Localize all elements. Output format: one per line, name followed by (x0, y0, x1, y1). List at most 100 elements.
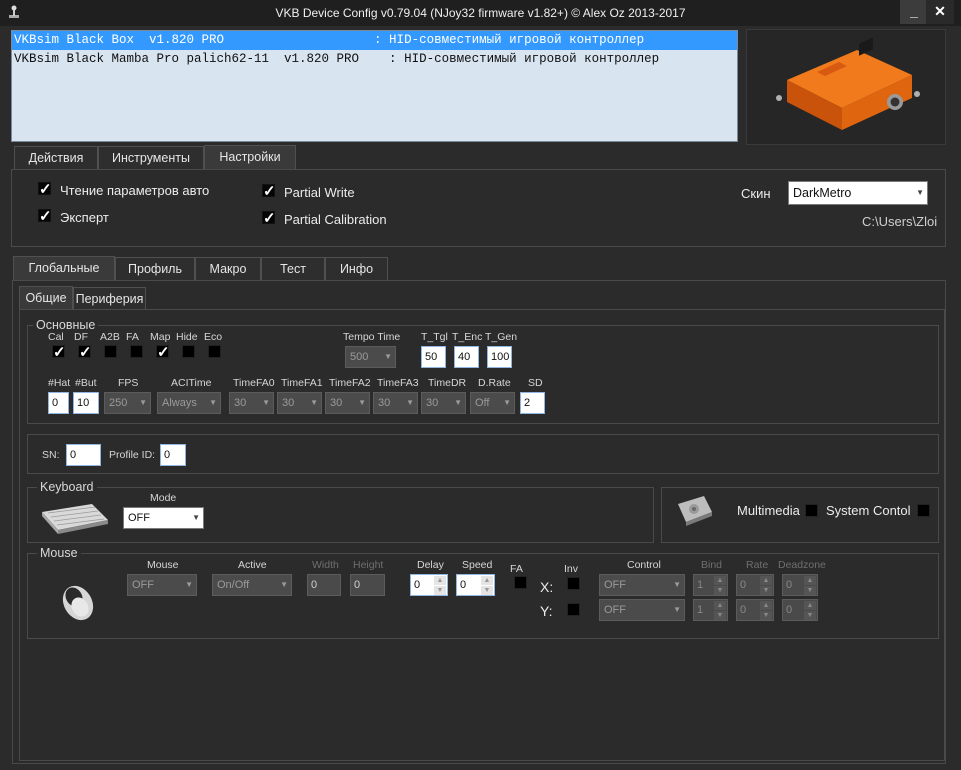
keyboard-mode-label: Mode (150, 492, 177, 504)
control-y-select[interactable]: OFF ▼ (599, 599, 685, 621)
spin-down-icon[interactable]: ▼ (804, 586, 816, 595)
chevron-down-icon: ▼ (310, 398, 318, 407)
close-button[interactable]: ✕ (926, 0, 954, 24)
bind-y-spinner[interactable]: 1 ▲ ▼ (693, 599, 728, 621)
skin-select[interactable]: DarkMetro ▼ (788, 181, 928, 205)
spin-up-icon[interactable]: ▲ (760, 601, 772, 610)
tab-info[interactable]: Инфо (325, 257, 388, 281)
d-rate-value: Off (475, 397, 490, 409)
bind-y-value: 1 (697, 604, 704, 616)
serial-number-input[interactable]: 0 (66, 444, 101, 466)
rate-y-spinner[interactable]: 0 ▲ ▼ (736, 599, 774, 621)
spin-down-icon[interactable]: ▼ (760, 586, 772, 595)
time-fa3-select[interactable]: 30 ▼ (373, 392, 418, 414)
mouse-mode-select[interactable]: OFF ▼ (127, 574, 197, 596)
spin-up-icon[interactable]: ▲ (434, 576, 446, 585)
partial-write-label: Partial Write (284, 185, 355, 200)
spin-down-icon[interactable]: ▼ (714, 586, 726, 595)
spin-down-icon[interactable]: ▼ (714, 611, 726, 620)
bind-x-spinner[interactable]: 1 ▲ ▼ (693, 574, 728, 596)
flag-cal-checkbox[interactable]: ✓ (52, 345, 66, 360)
d-rate-select[interactable]: Off ▼ (470, 392, 515, 414)
mouse-active-select[interactable]: On/Off ▼ (212, 574, 292, 596)
deadzone-x-spinner[interactable]: 0 ▲ ▼ (782, 574, 818, 596)
t-tgl-input[interactable]: 50 (421, 346, 446, 368)
flag-hide-checkbox[interactable] (182, 345, 195, 358)
tempo-time-select[interactable]: 500 ▼ (345, 346, 396, 368)
device-row[interactable]: VKBsim Black Mamba Pro palich62-11 v1.82… (12, 50, 737, 69)
flag-df-checkbox[interactable]: ✓ (78, 345, 92, 360)
skin-label: Скин (741, 186, 771, 201)
mouse-height-input[interactable]: 0 (350, 574, 385, 596)
flag-eco-checkbox[interactable] (208, 345, 221, 358)
tab-actions[interactable]: Действия (14, 146, 98, 170)
mouse-speed-spinner[interactable]: 0 ▲ ▼ (456, 574, 495, 596)
flag-a2b-checkbox[interactable] (104, 345, 117, 358)
time-dr-select[interactable]: 30 ▼ (421, 392, 466, 414)
spin-up-icon[interactable]: ▲ (714, 601, 726, 610)
device-list[interactable]: VKBsim Black Box v1.820 PRO : HID-совмес… (11, 30, 738, 142)
expert-checkbox[interactable]: ✓ (38, 209, 52, 224)
system-control-label: System Contol (826, 503, 911, 518)
flag-label-fa: FA (126, 331, 139, 343)
tab-global[interactable]: Глобальные (13, 256, 115, 281)
profile-id-input[interactable]: 0 (160, 444, 186, 466)
multimedia-icon (674, 494, 714, 528)
axis-y-label: Y: (540, 603, 553, 619)
invert-x-checkbox[interactable] (567, 577, 580, 590)
flag-fa-checkbox[interactable] (130, 345, 143, 358)
multimedia-checkbox[interactable] (805, 504, 818, 517)
button-count-input[interactable]: 10 (73, 392, 99, 414)
fps-select[interactable]: 250 ▼ (104, 392, 151, 414)
chevron-down-icon: ▼ (192, 513, 200, 522)
tab-profile[interactable]: Профиль (115, 257, 195, 281)
spin-up-icon[interactable]: ▲ (804, 601, 816, 610)
read-params-auto-checkbox[interactable]: ✓ (38, 182, 52, 197)
tab-tools[interactable]: Инструменты (98, 146, 204, 170)
tab-general[interactable]: Общие (19, 286, 73, 310)
t-gen-input[interactable]: 100 (487, 346, 512, 368)
mouse-fa-checkbox[interactable] (514, 576, 527, 589)
spin-down-icon[interactable]: ▼ (481, 586, 493, 595)
tab-periphery[interactable]: Периферия (73, 287, 146, 310)
bind-x-value: 1 (697, 579, 704, 591)
partial-write-checkbox[interactable]: ✓ (262, 184, 276, 199)
partial-calibration-checkbox[interactable]: ✓ (262, 211, 276, 226)
mouse-delay-spinner[interactable]: 0 ▲ ▼ (410, 574, 448, 596)
keyboard-mode-select[interactable]: OFF ▼ (123, 507, 204, 529)
spin-down-icon[interactable]: ▼ (434, 586, 446, 595)
minimize-button[interactable]: _ (900, 0, 928, 24)
flag-map-checkbox[interactable]: ✓ (156, 345, 170, 360)
spin-up-icon[interactable]: ▲ (714, 576, 726, 585)
chevron-down-icon: ▼ (358, 398, 366, 407)
tab-macro[interactable]: Макро (195, 257, 261, 281)
spin-up-icon[interactable]: ▲ (804, 576, 816, 585)
control-x-select[interactable]: OFF ▼ (599, 574, 685, 596)
time-fa0-select[interactable]: 30 ▼ (229, 392, 274, 414)
sd-input[interactable]: 2 (520, 392, 545, 414)
hat-count-input[interactable]: 0 (48, 392, 69, 414)
tab-test[interactable]: Тест (261, 257, 325, 281)
device-row[interactable]: VKBsim Black Box v1.820 PRO : HID-совмес… (12, 31, 737, 50)
tab-settings[interactable]: Настройки (204, 145, 296, 170)
spin-down-icon[interactable]: ▼ (804, 611, 816, 620)
invert-y-checkbox[interactable] (567, 603, 580, 616)
acl-time-select[interactable]: Always ▼ (157, 392, 221, 414)
spin-up-icon[interactable]: ▲ (481, 576, 493, 585)
mouse-height-label: Height (353, 559, 384, 571)
spin-down-icon[interactable]: ▼ (760, 611, 772, 620)
mouse-mode-label: Mouse (147, 559, 179, 571)
spin-up-icon[interactable]: ▲ (760, 576, 772, 585)
system-control-checkbox[interactable] (917, 504, 930, 517)
mouse-width-input[interactable]: 0 (307, 574, 341, 596)
keyboard-group-legend: Keyboard (37, 480, 97, 494)
deadzone-y-spinner[interactable]: 0 ▲ ▼ (782, 599, 818, 621)
axis-x-label: X: (540, 579, 554, 595)
flag-label-cal: Cal (48, 331, 64, 343)
t-enc-input[interactable]: 40 (454, 346, 479, 368)
time-fa2-select[interactable]: 30 ▼ (325, 392, 370, 414)
tempo-time-label: Tempo Time (343, 331, 401, 343)
mouse-bind-label: Bind (701, 559, 723, 571)
rate-x-spinner[interactable]: 0 ▲ ▼ (736, 574, 774, 596)
time-fa1-select[interactable]: 30 ▼ (277, 392, 322, 414)
